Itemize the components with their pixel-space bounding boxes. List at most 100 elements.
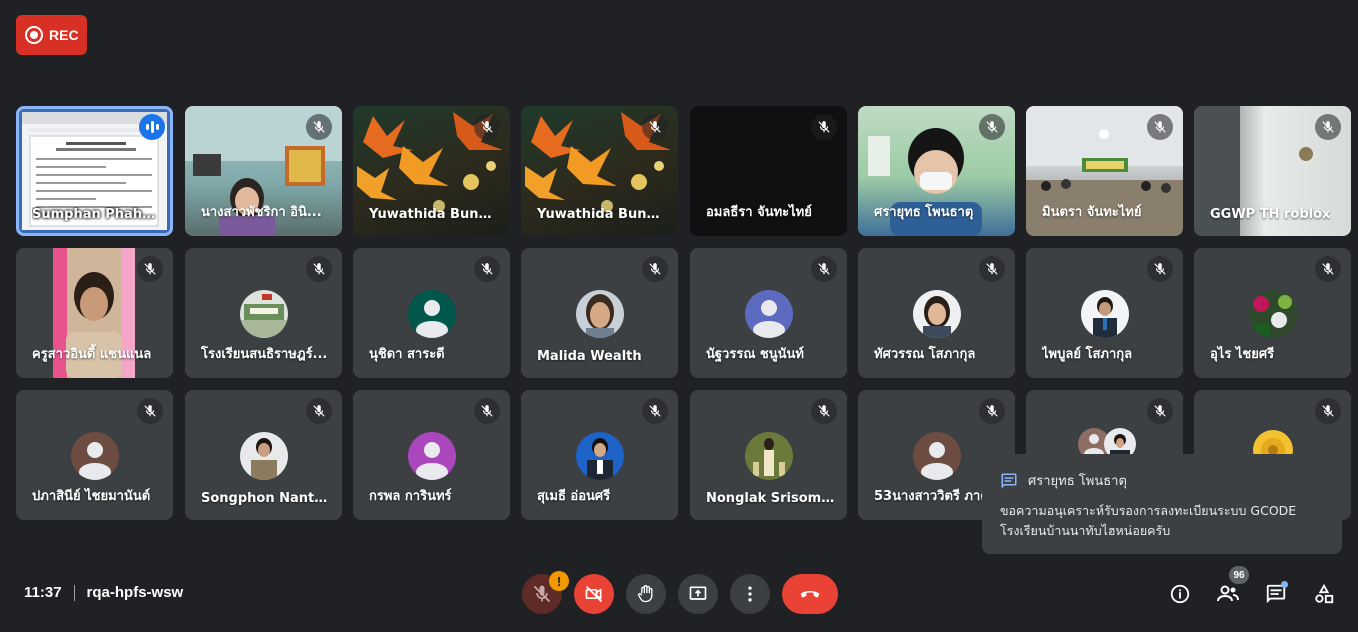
participant-tile[interactable]: ทัศวรรณ โสภากุล bbox=[858, 248, 1015, 378]
participant-name: อมลธีรา จันทะไทย์ bbox=[706, 205, 812, 220]
mic-off-icon bbox=[642, 398, 668, 424]
mic-off-icon bbox=[474, 114, 500, 140]
participant-name: GGWP TH roblox bbox=[1210, 207, 1331, 222]
participant-name: อุไร ไชยศรี bbox=[1210, 347, 1275, 362]
mic-off-icon bbox=[1147, 256, 1173, 282]
chat-message-line: ขอความอนุเคราะห์รับรองการลงทะเบียนระบบ G… bbox=[1000, 503, 1297, 518]
meeting-code[interactable]: rqa-hpfs-wsw bbox=[87, 584, 184, 601]
avatar bbox=[1248, 290, 1297, 338]
mic-off-icon bbox=[474, 256, 500, 282]
info-icon bbox=[1170, 584, 1190, 604]
mic-off-icon bbox=[811, 398, 837, 424]
camera-off-icon bbox=[585, 585, 603, 603]
participant-name: ปภาสินีย์ ไชยมานันต์ bbox=[32, 489, 151, 504]
participant-name: ศรายุทธ โพนธาตุ bbox=[874, 205, 974, 220]
avatar bbox=[575, 290, 624, 338]
avatar bbox=[912, 432, 961, 480]
chat-icon bbox=[1001, 473, 1017, 488]
participant-name: Sumphan Phahp... bbox=[32, 207, 163, 222]
participant-tile[interactable]: Yuwathida Bunk... bbox=[353, 106, 510, 236]
mic-off-icon bbox=[1315, 114, 1341, 140]
avatar bbox=[70, 432, 119, 480]
participant-name: Yuwathida Bunk... bbox=[369, 207, 500, 222]
avatar bbox=[239, 290, 288, 338]
meeting-time: 11:37 bbox=[24, 584, 62, 601]
participant-tile[interactable]: นางสาวพัชริกา อินิ... bbox=[185, 106, 342, 236]
participant-tile[interactable]: สุเมธี อ่อนศรี bbox=[521, 390, 678, 520]
participants-button[interactable] bbox=[1214, 580, 1242, 608]
mic-off-icon bbox=[979, 256, 1005, 282]
mic-off-icon bbox=[811, 114, 837, 140]
participant-tile[interactable]: นุชิดา สาระดี bbox=[353, 248, 510, 378]
participant-tile[interactable]: กรพล การินทร์ bbox=[353, 390, 510, 520]
mic-off-icon bbox=[137, 256, 163, 282]
avatar bbox=[575, 432, 624, 480]
mic-off-icon bbox=[137, 398, 163, 424]
meeting-details-button[interactable] bbox=[1166, 580, 1194, 608]
participant-tile[interactable]: ไพบูลย์ โสภากุล bbox=[1026, 248, 1183, 378]
mic-off-icon bbox=[1315, 256, 1341, 282]
participant-tile[interactable]: ปภาสินีย์ ไชยมานันต์ bbox=[16, 390, 173, 520]
participant-tile-presenting[interactable]: Sumphan Phahp... bbox=[16, 106, 173, 236]
participant-name: นางสาวพัชริกา อินิ... bbox=[201, 205, 322, 220]
participant-tile[interactable]: Yuwathida Bunk... bbox=[521, 106, 678, 236]
record-icon bbox=[25, 26, 43, 44]
camera-toggle-button[interactable] bbox=[574, 574, 614, 614]
meeting-info: 11:37 rqa-hpfs-wsw bbox=[24, 584, 183, 601]
participant-count-badge: 96 bbox=[1229, 566, 1249, 584]
recording-indicator[interactable]: REC bbox=[16, 15, 87, 55]
participant-name: Malida Wealth bbox=[537, 349, 642, 364]
mic-off-icon bbox=[811, 256, 837, 282]
chat-sender-name: ศรายุทธ โพนธาตุ bbox=[1028, 474, 1127, 489]
mic-off-icon bbox=[979, 114, 1005, 140]
activities-button[interactable] bbox=[1310, 580, 1338, 608]
hand-icon bbox=[638, 585, 653, 603]
avatar bbox=[407, 290, 456, 338]
mic-off-icon bbox=[979, 398, 1005, 424]
participant-tile[interactable]: Nonglak Srisomb... bbox=[690, 390, 847, 520]
chat-message-toast[interactable]: ศรายุทธ โพนธาตุ ขอความอนุเคราะห์รับรองกา… bbox=[982, 454, 1342, 554]
leave-call-button[interactable] bbox=[782, 574, 838, 614]
participant-name: กรพล การินทร์ bbox=[369, 489, 452, 504]
participant-name: สุเมธี อ่อนศรี bbox=[537, 489, 611, 504]
raise-hand-button[interactable] bbox=[626, 574, 666, 614]
mic-off-icon bbox=[306, 256, 332, 282]
participant-tile[interactable]: มินตรา จันทะไทย์ bbox=[1026, 106, 1183, 236]
participant-name: มินตรา จันทะไทย์ bbox=[1042, 205, 1142, 220]
people-icon bbox=[1217, 585, 1239, 602]
participant-name: ครูสาวอินดี้ แชนแนล bbox=[32, 347, 152, 362]
participant-tile[interactable]: ศรายุทธ โพนธาตุ bbox=[858, 106, 1015, 236]
participant-tile[interactable]: โรงเรียนสนธิราษฎร์... bbox=[185, 248, 342, 378]
avatar bbox=[744, 290, 793, 338]
participant-name: ทัศวรรณ โสภากุล bbox=[874, 347, 976, 362]
avatar bbox=[239, 432, 288, 480]
participant-name: Yuwathida Bunk... bbox=[537, 207, 668, 222]
mic-off-icon bbox=[1315, 398, 1341, 424]
participant-name: ไพบูลย์ โสภากุล bbox=[1042, 347, 1133, 362]
mic-off-icon bbox=[642, 114, 668, 140]
participant-tile[interactable]: อมลธีรา จันทะไทย์ bbox=[690, 106, 847, 236]
participant-tile[interactable]: Songphon Nanth... bbox=[185, 390, 342, 520]
more-vert-icon bbox=[748, 586, 752, 602]
more-options-button[interactable] bbox=[730, 574, 770, 614]
avatar bbox=[407, 432, 456, 480]
mic-off-icon bbox=[1147, 114, 1173, 140]
chat-message-line: โรงเรียนบ้านนาทับไฮหน่อยครับ bbox=[1000, 523, 1171, 538]
mic-warning-badge: ! bbox=[549, 571, 569, 591]
participant-name: Songphon Nanth... bbox=[201, 491, 332, 506]
participant-tile[interactable]: นัฐวรรณ ชนูนันท์ bbox=[690, 248, 847, 378]
participant-tile[interactable]: GGWP TH roblox bbox=[1194, 106, 1351, 236]
mic-off-icon bbox=[642, 256, 668, 282]
mic-off-icon bbox=[533, 585, 551, 603]
mic-off-icon bbox=[474, 398, 500, 424]
avatar bbox=[1080, 290, 1129, 338]
avatar bbox=[912, 290, 961, 338]
participant-name: นัฐวรรณ ชนูนันท์ bbox=[706, 347, 804, 362]
hang-up-icon bbox=[800, 591, 820, 598]
mic-off-icon bbox=[306, 114, 332, 140]
participant-tile[interactable]: อุไร ไชยศรี bbox=[1194, 248, 1351, 378]
present-screen-button[interactable] bbox=[678, 574, 718, 614]
participant-tile[interactable]: ครูสาวอินดี้ แชนแนล bbox=[16, 248, 173, 378]
participant-tile[interactable]: Malida Wealth bbox=[521, 248, 678, 378]
recording-label: REC bbox=[49, 27, 79, 43]
